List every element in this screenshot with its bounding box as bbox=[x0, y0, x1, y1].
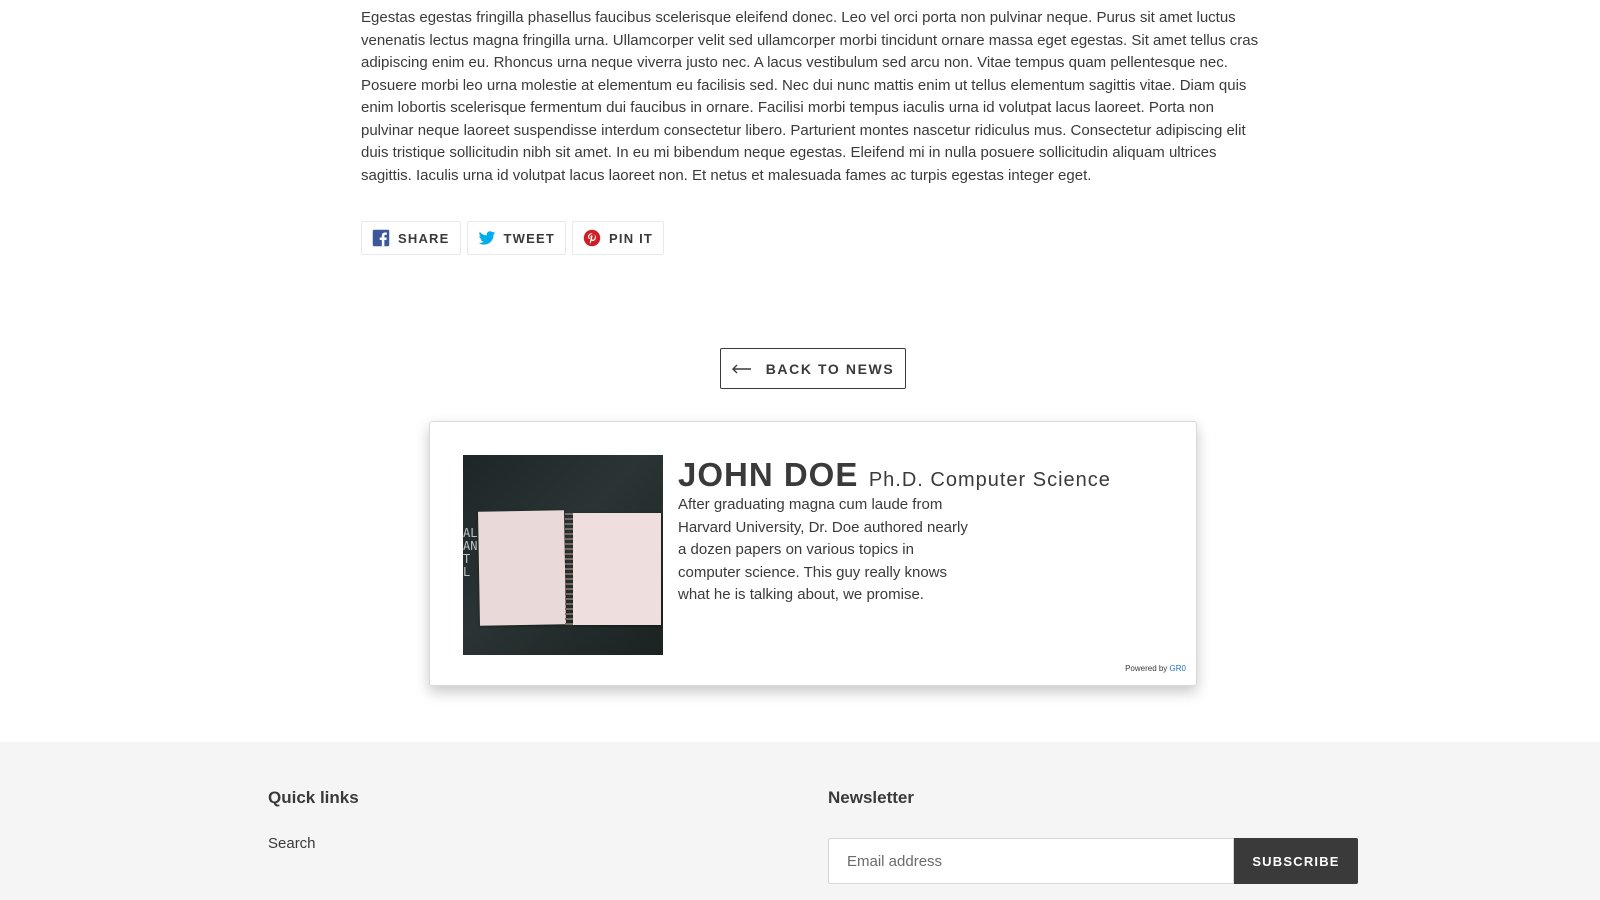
subscribe-button[interactable]: SUBSCRIBE bbox=[1234, 838, 1358, 884]
pinterest-icon bbox=[583, 229, 601, 247]
notebook-image bbox=[478, 510, 661, 627]
share-facebook-label: SHARE bbox=[398, 230, 450, 246]
share-twitter-label: TWEET bbox=[503, 230, 556, 246]
back-to-news-button[interactable]: BACK TO NEWS bbox=[720, 348, 906, 389]
twitter-icon bbox=[478, 229, 496, 247]
facebook-icon bbox=[372, 229, 390, 247]
author-card: AL AN T L JOHN DOE Ph.D. Computer Scienc… bbox=[429, 421, 1197, 686]
author-photo: AL AN T L bbox=[463, 455, 663, 655]
footer-link-search[interactable]: Search bbox=[268, 835, 316, 852]
powered-by-brand-link[interactable]: GR0 bbox=[1170, 664, 1186, 673]
author-title: Ph.D. Computer Science bbox=[868, 469, 1111, 491]
powered-by: Powered by GR0 bbox=[1125, 664, 1186, 673]
email-field[interactable] bbox=[828, 838, 1234, 884]
share-pinterest-label: PIN IT bbox=[609, 230, 654, 246]
powered-by-label: Powered by bbox=[1125, 664, 1168, 673]
arrow-left-icon bbox=[731, 364, 752, 374]
back-to-news-label: BACK TO NEWS bbox=[765, 360, 895, 377]
author-heading: JOHN DOE Ph.D. Computer Science bbox=[678, 456, 1111, 494]
share-pinterest-button[interactable]: PIN IT bbox=[572, 221, 665, 255]
article-body: Egestas egestas fringilla phasellus fauc… bbox=[361, 9, 1259, 184]
site-footer: Quick links Search Newsletter SUBSCRIBE bbox=[0, 742, 1600, 900]
share-twitter-button[interactable]: TWEET bbox=[466, 221, 567, 255]
author-name: JOHN DOE bbox=[678, 456, 859, 493]
share-facebook-button[interactable]: SHARE bbox=[361, 221, 461, 255]
chalk-lettering: AL AN T L bbox=[463, 527, 478, 579]
author-bio: After graduating magna cum laude from Ha… bbox=[678, 496, 968, 603]
social-share-row: SHARE TWEET PIN IT bbox=[361, 221, 665, 255]
newsletter-heading: Newsletter bbox=[828, 788, 914, 807]
quick-links-heading: Quick links bbox=[268, 788, 359, 807]
